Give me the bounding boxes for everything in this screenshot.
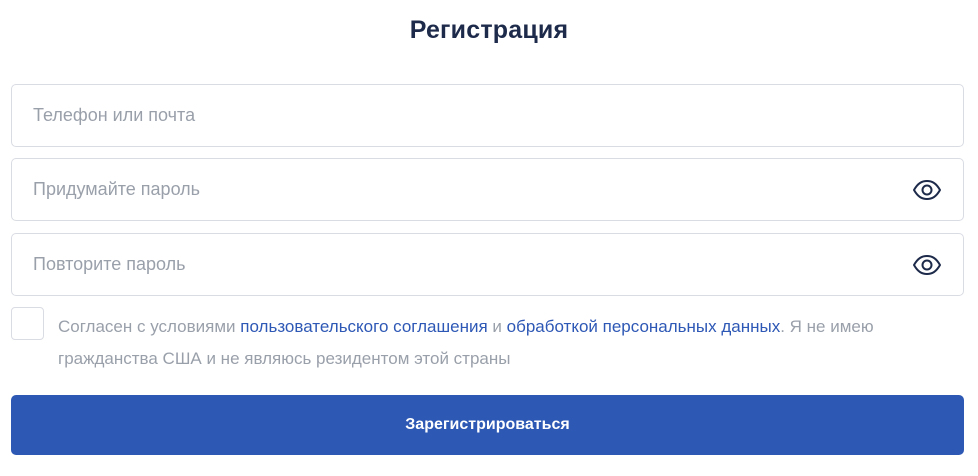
consent-checkbox[interactable] xyxy=(11,307,44,340)
register-button[interactable]: Зарегистрироваться xyxy=(11,395,964,455)
user-agreement-link[interactable]: пользовательского соглашения xyxy=(240,317,487,336)
personal-data-link[interactable]: обработкой персональных данных xyxy=(507,317,781,336)
password-repeat-input[interactable] xyxy=(12,234,963,295)
password-repeat-field xyxy=(11,233,964,296)
consent-text-start: Согласен с условиями xyxy=(58,317,241,336)
password-field xyxy=(11,158,964,221)
login-field xyxy=(11,84,964,147)
phone-or-email-input[interactable] xyxy=(12,85,963,146)
eye-icon[interactable] xyxy=(912,179,942,201)
eye-icon[interactable] xyxy=(912,254,942,276)
page-title: Регистрация xyxy=(409,16,569,44)
password-input[interactable] xyxy=(12,159,963,220)
registration-form: Регистрация Согласен с условиями пользов… xyxy=(0,0,978,476)
consent-text: Согласен с условиями пользовательского с… xyxy=(58,311,958,375)
consent-text-and: и xyxy=(487,317,507,336)
